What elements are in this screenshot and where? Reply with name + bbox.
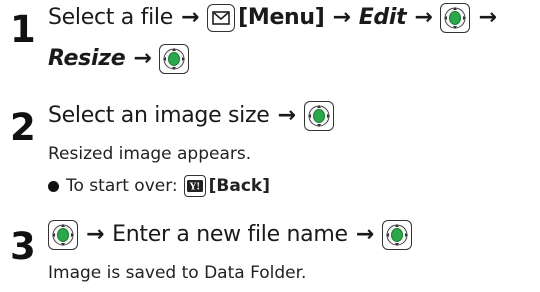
- step-3-line-1: → Enter a new file name →: [48, 220, 412, 250]
- step-1-line-2: Resize →: [48, 44, 190, 74]
- yahoo-back-key-icon: Y!: [183, 175, 206, 197]
- center-select-key-icon: [381, 220, 412, 250]
- bullet-icon: [48, 180, 59, 192]
- bullet-text: To start over:: [66, 176, 178, 196]
- back-key-label: [Back]: [208, 176, 270, 196]
- right-arrow-icon: →: [277, 103, 296, 128]
- menu-key-label: [Menu]: [238, 5, 325, 30]
- instruction-text: Select a file: [48, 5, 173, 30]
- right-arrow-icon: →: [478, 5, 497, 30]
- instruction-text: Enter a new file name: [112, 222, 348, 247]
- edit-option-label: Edit: [358, 5, 407, 30]
- right-arrow-icon: →: [414, 5, 433, 30]
- center-select-key-icon: [303, 101, 334, 131]
- step-number: 3: [10, 225, 36, 268]
- right-arrow-icon: →: [86, 222, 105, 247]
- right-arrow-icon: →: [180, 5, 200, 30]
- step-1-line-1: Select a file → [Menu] → Edit → →: [48, 3, 505, 33]
- center-select-key-icon: [440, 3, 471, 33]
- step-2-bullet: To start over: Y! [Back]: [48, 175, 270, 197]
- mail-menu-key-icon: [207, 4, 236, 32]
- instruction-text: Select an image size: [48, 103, 270, 128]
- right-arrow-icon: →: [332, 5, 351, 30]
- right-arrow-icon: →: [133, 46, 152, 71]
- step-number: 1: [10, 8, 36, 51]
- center-select-key-icon: [48, 220, 78, 250]
- center-select-key-icon: [159, 44, 190, 74]
- right-arrow-icon: →: [355, 222, 374, 247]
- step-2-note: Resized image appears.: [48, 144, 252, 164]
- step-3-note: Image is saved to Data Folder.: [48, 263, 307, 283]
- step-2-line-1: Select an image size →: [48, 101, 334, 131]
- step-number: 2: [10, 106, 36, 149]
- svg-text:Y!: Y!: [188, 183, 199, 193]
- resize-option-label: Resize: [48, 46, 126, 71]
